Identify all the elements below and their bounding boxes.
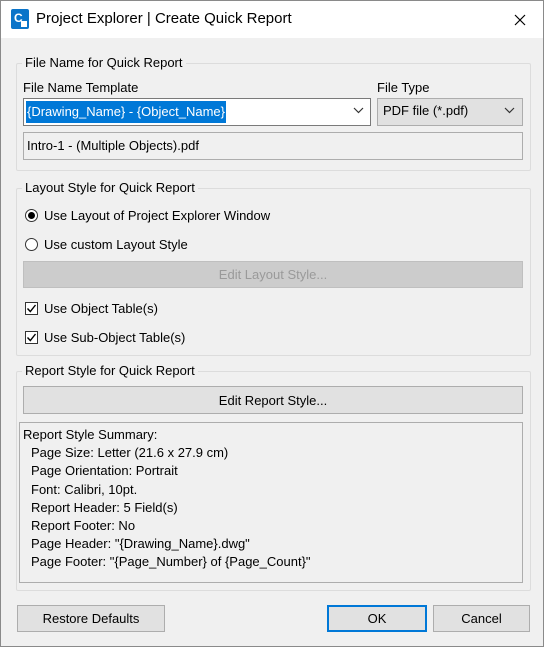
radio-unselected-indicator[interactable] bbox=[25, 238, 38, 251]
summary-line-report-header: Report Header: 5 Field(s) bbox=[31, 499, 178, 515]
radio-selected-indicator[interactable] bbox=[25, 209, 38, 222]
file-type-select[interactable]: PDF file (*.pdf) bbox=[377, 98, 523, 126]
summary-line-page-footer: Page Footer: "{Page_Number} of {Page_Cou… bbox=[31, 554, 311, 570]
window-title: Project Explorer | Create Quick Report bbox=[36, 10, 292, 27]
app-icon: C bbox=[11, 9, 29, 29]
close-button[interactable] bbox=[497, 1, 543, 38]
ok-button[interactable]: OK bbox=[327, 605, 427, 632]
quick-report-dialog: C Project Explorer | Create Quick Report… bbox=[0, 0, 544, 647]
file-name-preview-text: Intro-1 - (Multiple Objects).pdf bbox=[27, 138, 199, 153]
summary-line-report-footer: Report Footer: No bbox=[31, 518, 136, 534]
file-name-preview: Intro-1 - (Multiple Objects).pdf bbox=[23, 132, 523, 160]
edit-layout-style-button[interactable]: Edit Layout Style... bbox=[23, 261, 523, 288]
file-name-template-value[interactable]: {Drawing_Name} - {Object_Name} bbox=[26, 101, 226, 123]
checkbox-use-object-tables-label: Use Object Table(s) bbox=[44, 301, 158, 316]
summary-line-page-orientation: Page Orientation: Portrait bbox=[31, 463, 178, 479]
radio-use-project-explorer-layout-label: Use Layout of Project Explorer Window bbox=[44, 208, 271, 223]
radio-use-project-explorer-layout[interactable]: Use Layout of Project Explorer Window bbox=[25, 208, 270, 223]
file-name-group-legend: File Name for Quick Report bbox=[22, 55, 186, 70]
close-icon bbox=[514, 14, 526, 25]
checkbox-box[interactable] bbox=[25, 331, 38, 344]
file-name-template-label: File Name Template bbox=[23, 80, 139, 95]
edit-report-style-button[interactable]: Edit Report Style... bbox=[23, 386, 523, 414]
summary-line-page-size: Page Size: Letter (21.6 x 27.9 cm) bbox=[31, 445, 229, 461]
file-name-template-combo[interactable]: {Drawing_Name} - {Object_Name} bbox=[23, 98, 371, 126]
checkmark-icon bbox=[26, 304, 37, 313]
layout-style-group-legend: Layout Style for Quick Report bbox=[22, 180, 198, 195]
cancel-button[interactable]: Cancel bbox=[433, 605, 530, 632]
title-bar: C Project Explorer | Create Quick Report bbox=[1, 1, 543, 38]
summary-title: Report Style Summary: bbox=[23, 427, 158, 442]
summary-line-page-header: Page Header: "{Drawing_Name}.dwg" bbox=[31, 536, 250, 552]
checkbox-use-subobject-tables[interactable]: Use Sub-Object Table(s) bbox=[25, 330, 185, 345]
chevron-down-icon[interactable] bbox=[353, 107, 364, 114]
checkbox-use-subobject-tables-label: Use Sub-Object Table(s) bbox=[44, 330, 186, 345]
checkbox-use-object-tables[interactable]: Use Object Table(s) bbox=[25, 301, 158, 316]
report-style-summary: Report Style Summary: Page Size: Letter … bbox=[19, 422, 523, 583]
radio-use-custom-layout[interactable]: Use custom Layout Style bbox=[25, 237, 188, 252]
report-style-group-legend: Report Style for Quick Report bbox=[22, 363, 198, 378]
radio-use-custom-layout-label: Use custom Layout Style bbox=[44, 237, 188, 252]
checkbox-box[interactable] bbox=[25, 302, 38, 315]
restore-defaults-button[interactable]: Restore Defaults bbox=[17, 605, 165, 632]
file-type-label: File Type bbox=[377, 80, 430, 95]
summary-line-font: Font: Calibri, 10pt. bbox=[31, 481, 138, 497]
checkmark-icon bbox=[26, 333, 37, 342]
chevron-down-icon bbox=[504, 107, 515, 114]
file-type-value: PDF file (*.pdf) bbox=[383, 103, 469, 118]
